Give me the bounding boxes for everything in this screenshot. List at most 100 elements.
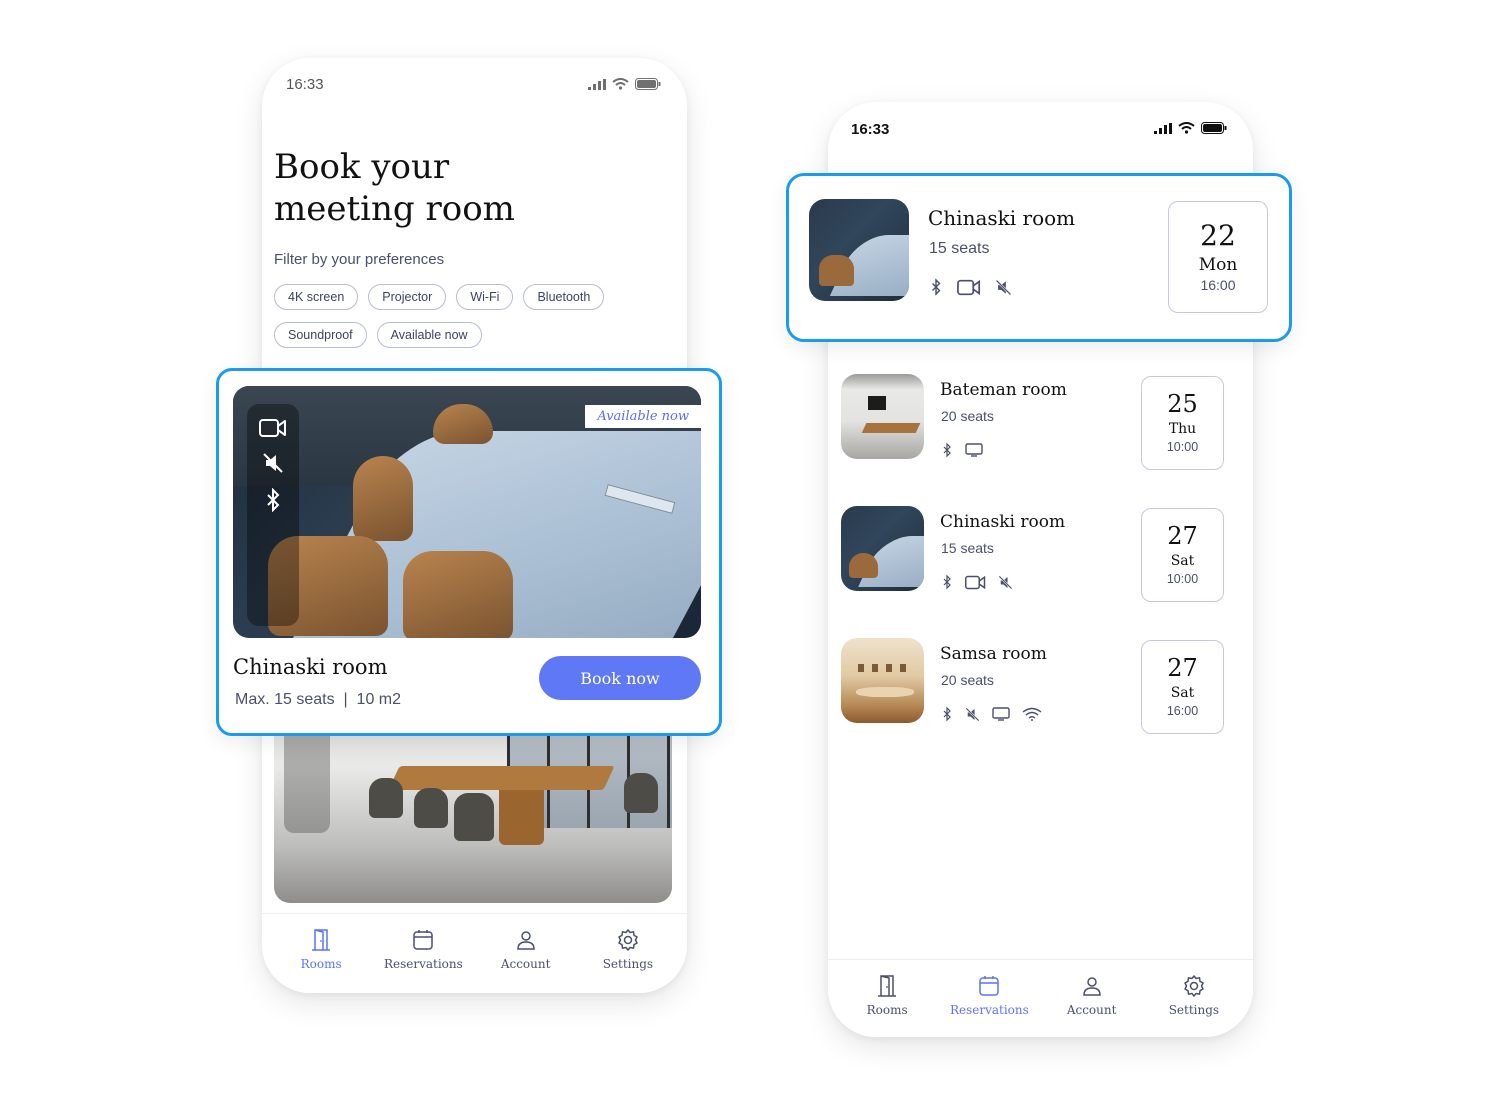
room-name: Bateman room xyxy=(940,380,1067,400)
calendar-icon xyxy=(411,928,435,952)
nav-rooms[interactable]: Rooms xyxy=(837,960,937,1037)
nav-account-label: Account xyxy=(1066,1003,1117,1017)
reservation-day: 27 xyxy=(1167,522,1198,550)
wifi-status-icon xyxy=(1178,122,1195,134)
nav-reservations-label: Reservations xyxy=(949,1003,1029,1017)
video-camera-icon xyxy=(957,279,981,296)
gear-icon xyxy=(616,928,640,952)
nav-reservations-label: Reservations xyxy=(383,957,463,971)
featured-room-photo: Available now xyxy=(233,386,701,638)
nav-settings[interactable]: Settings xyxy=(578,914,678,993)
room-name: Chinaski room xyxy=(940,512,1066,532)
nav-account[interactable]: Account xyxy=(1042,960,1142,1037)
room-capacity: Max. 15 seats | 10 m2 xyxy=(235,691,402,708)
reservation-time: 10:00 xyxy=(1166,572,1199,586)
reservation-time: 16:00 xyxy=(1200,277,1236,293)
nav-account[interactable]: Account xyxy=(476,914,576,993)
reservation-weekday: Sat xyxy=(1170,685,1195,701)
room-seats: 15 seats xyxy=(929,240,990,257)
filter-chip-projector[interactable]: Projector xyxy=(368,284,447,310)
amenity-icons xyxy=(941,442,983,458)
room-name: Samsa room xyxy=(940,644,1047,664)
wifi-icon xyxy=(1022,707,1042,721)
nav-settings[interactable]: Settings xyxy=(1144,960,1244,1037)
filter-chips: 4K screen Projector Wi-Fi Bluetooth Soun… xyxy=(274,284,634,348)
room-photo-chair xyxy=(454,793,494,841)
reservation-weekday: Thu xyxy=(1168,421,1197,437)
filter-chip-bluetooth[interactable]: Bluetooth xyxy=(523,284,605,310)
nav-account-label: Account xyxy=(500,957,551,971)
bluetooth-icon xyxy=(941,706,953,722)
nav-reservations[interactable]: Reservations xyxy=(939,960,1039,1037)
reservation-date: 22 Mon 16:00 xyxy=(1168,201,1268,313)
reservation-item[interactable]: Bateman room 20 seats 25 Thu 10:00 xyxy=(841,372,1241,504)
room-seats: 20 seats xyxy=(941,408,994,424)
nav-settings-label: Settings xyxy=(602,957,654,971)
nav-rooms-label: Rooms xyxy=(866,1003,908,1017)
room-photo-chair xyxy=(624,773,658,813)
amenity-icon-rail xyxy=(247,404,299,626)
reservation-weekday: Sat xyxy=(1170,553,1195,569)
nav-rooms-label: Rooms xyxy=(300,957,342,971)
reservation-day: 25 xyxy=(1167,390,1198,418)
status-time: 16:33 xyxy=(286,76,324,93)
reservation-date: 25 Thu 10:00 xyxy=(1141,376,1224,470)
calendar-icon xyxy=(977,974,1001,998)
gear-icon xyxy=(1182,974,1206,998)
signal-icon xyxy=(1154,122,1172,134)
room-thumbnail xyxy=(841,374,924,459)
status-bar: 16:33 xyxy=(828,102,1253,152)
battery-icon xyxy=(635,78,661,90)
page-title-line-1: Book your xyxy=(274,147,450,187)
video-camera-icon xyxy=(965,575,986,590)
featured-room-card[interactable]: Available now Chinaski room Max. 15 seat… xyxy=(216,368,722,736)
featured-reservation-card[interactable]: Chinaski room 15 seats 22 Mon 16:00 xyxy=(786,173,1292,342)
room-photo-chair xyxy=(353,456,413,541)
bottom-nav: Rooms Reservations Account Settings xyxy=(262,913,687,993)
book-now-button[interactable]: Book now xyxy=(539,656,701,700)
reservation-time: 10:00 xyxy=(1166,440,1199,454)
room-photo-chair xyxy=(369,778,403,818)
room-name: Chinaski room xyxy=(928,206,1076,230)
wifi-status-icon xyxy=(612,78,629,90)
reservation-date: 27 Sat 10:00 xyxy=(1141,508,1224,602)
screen-icon xyxy=(992,707,1010,721)
sound-muted-icon xyxy=(965,707,980,722)
bluetooth-icon xyxy=(941,574,953,590)
user-icon xyxy=(1080,974,1104,998)
user-icon xyxy=(514,928,538,952)
nav-rooms[interactable]: Rooms xyxy=(271,914,371,993)
sound-muted-icon xyxy=(998,575,1013,590)
amenity-icons xyxy=(941,706,1042,722)
sound-muted-icon xyxy=(995,279,1012,296)
room-photo-chair xyxy=(403,551,513,638)
status-icons xyxy=(1154,122,1227,134)
availability-badge: Available now xyxy=(585,405,701,428)
status-icons xyxy=(588,78,661,90)
room-name: Chinaski room xyxy=(233,655,388,679)
room-photo-table xyxy=(388,766,615,790)
status-time: 16:33 xyxy=(851,121,890,138)
amenity-icons xyxy=(929,278,1012,296)
reservation-day: 22 xyxy=(1200,219,1236,252)
page-title-line-2: meeting room xyxy=(274,189,515,229)
reservation-item[interactable]: Chinaski room 15 seats 27 Sat 10:00 xyxy=(841,504,1241,636)
door-icon xyxy=(875,974,899,998)
reservation-date: 27 Sat 16:00 xyxy=(1141,640,1224,734)
room-thumbnail xyxy=(841,506,924,591)
page-title: Book your meeting room xyxy=(274,146,515,230)
filter-chip-soundproof[interactable]: Soundproof xyxy=(274,322,367,348)
video-camera-icon xyxy=(259,418,287,438)
room-seats: 20 seats xyxy=(941,672,994,688)
nav-reservations[interactable]: Reservations xyxy=(373,914,473,993)
status-bar: 16:33 xyxy=(262,58,687,108)
reservation-list: Bateman room 20 seats 25 Thu 10:00 China… xyxy=(841,372,1241,768)
room-photo-table-base xyxy=(499,790,544,845)
filter-chip-available-now[interactable]: Available now xyxy=(376,322,482,348)
filter-chip-wifi[interactable]: Wi-Fi xyxy=(456,284,514,310)
filter-label: Filter by your preferences xyxy=(274,251,445,268)
bluetooth-icon xyxy=(929,278,943,296)
filter-chip-4k-screen[interactable]: 4K screen xyxy=(274,284,359,310)
reservation-time: 16:00 xyxy=(1166,704,1199,718)
reservation-item[interactable]: Samsa room 20 seats 27 Sat 16:00 xyxy=(841,636,1241,768)
